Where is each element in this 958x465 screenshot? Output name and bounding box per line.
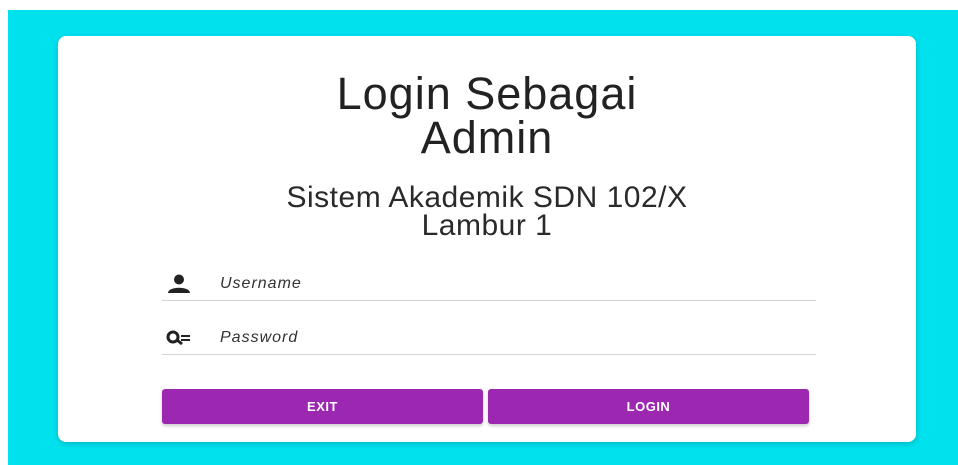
page-subtitle-line2: Lambur 1 bbox=[421, 209, 553, 242]
login-button[interactable]: LOGIN bbox=[488, 389, 809, 424]
username-input[interactable] bbox=[220, 270, 800, 298]
page-subtitle: Sistem Akademik SDN 102/X Lambur 1 bbox=[0, 183, 958, 242]
exit-button[interactable]: EXIT bbox=[162, 389, 483, 424]
username-field bbox=[162, 266, 816, 301]
key-icon bbox=[166, 328, 192, 348]
page-title: Login Sebagai Admin bbox=[0, 71, 958, 163]
password-field bbox=[162, 320, 816, 355]
user-icon bbox=[166, 274, 192, 294]
password-input[interactable] bbox=[220, 324, 800, 352]
page-title-line2: Admin bbox=[420, 112, 554, 163]
